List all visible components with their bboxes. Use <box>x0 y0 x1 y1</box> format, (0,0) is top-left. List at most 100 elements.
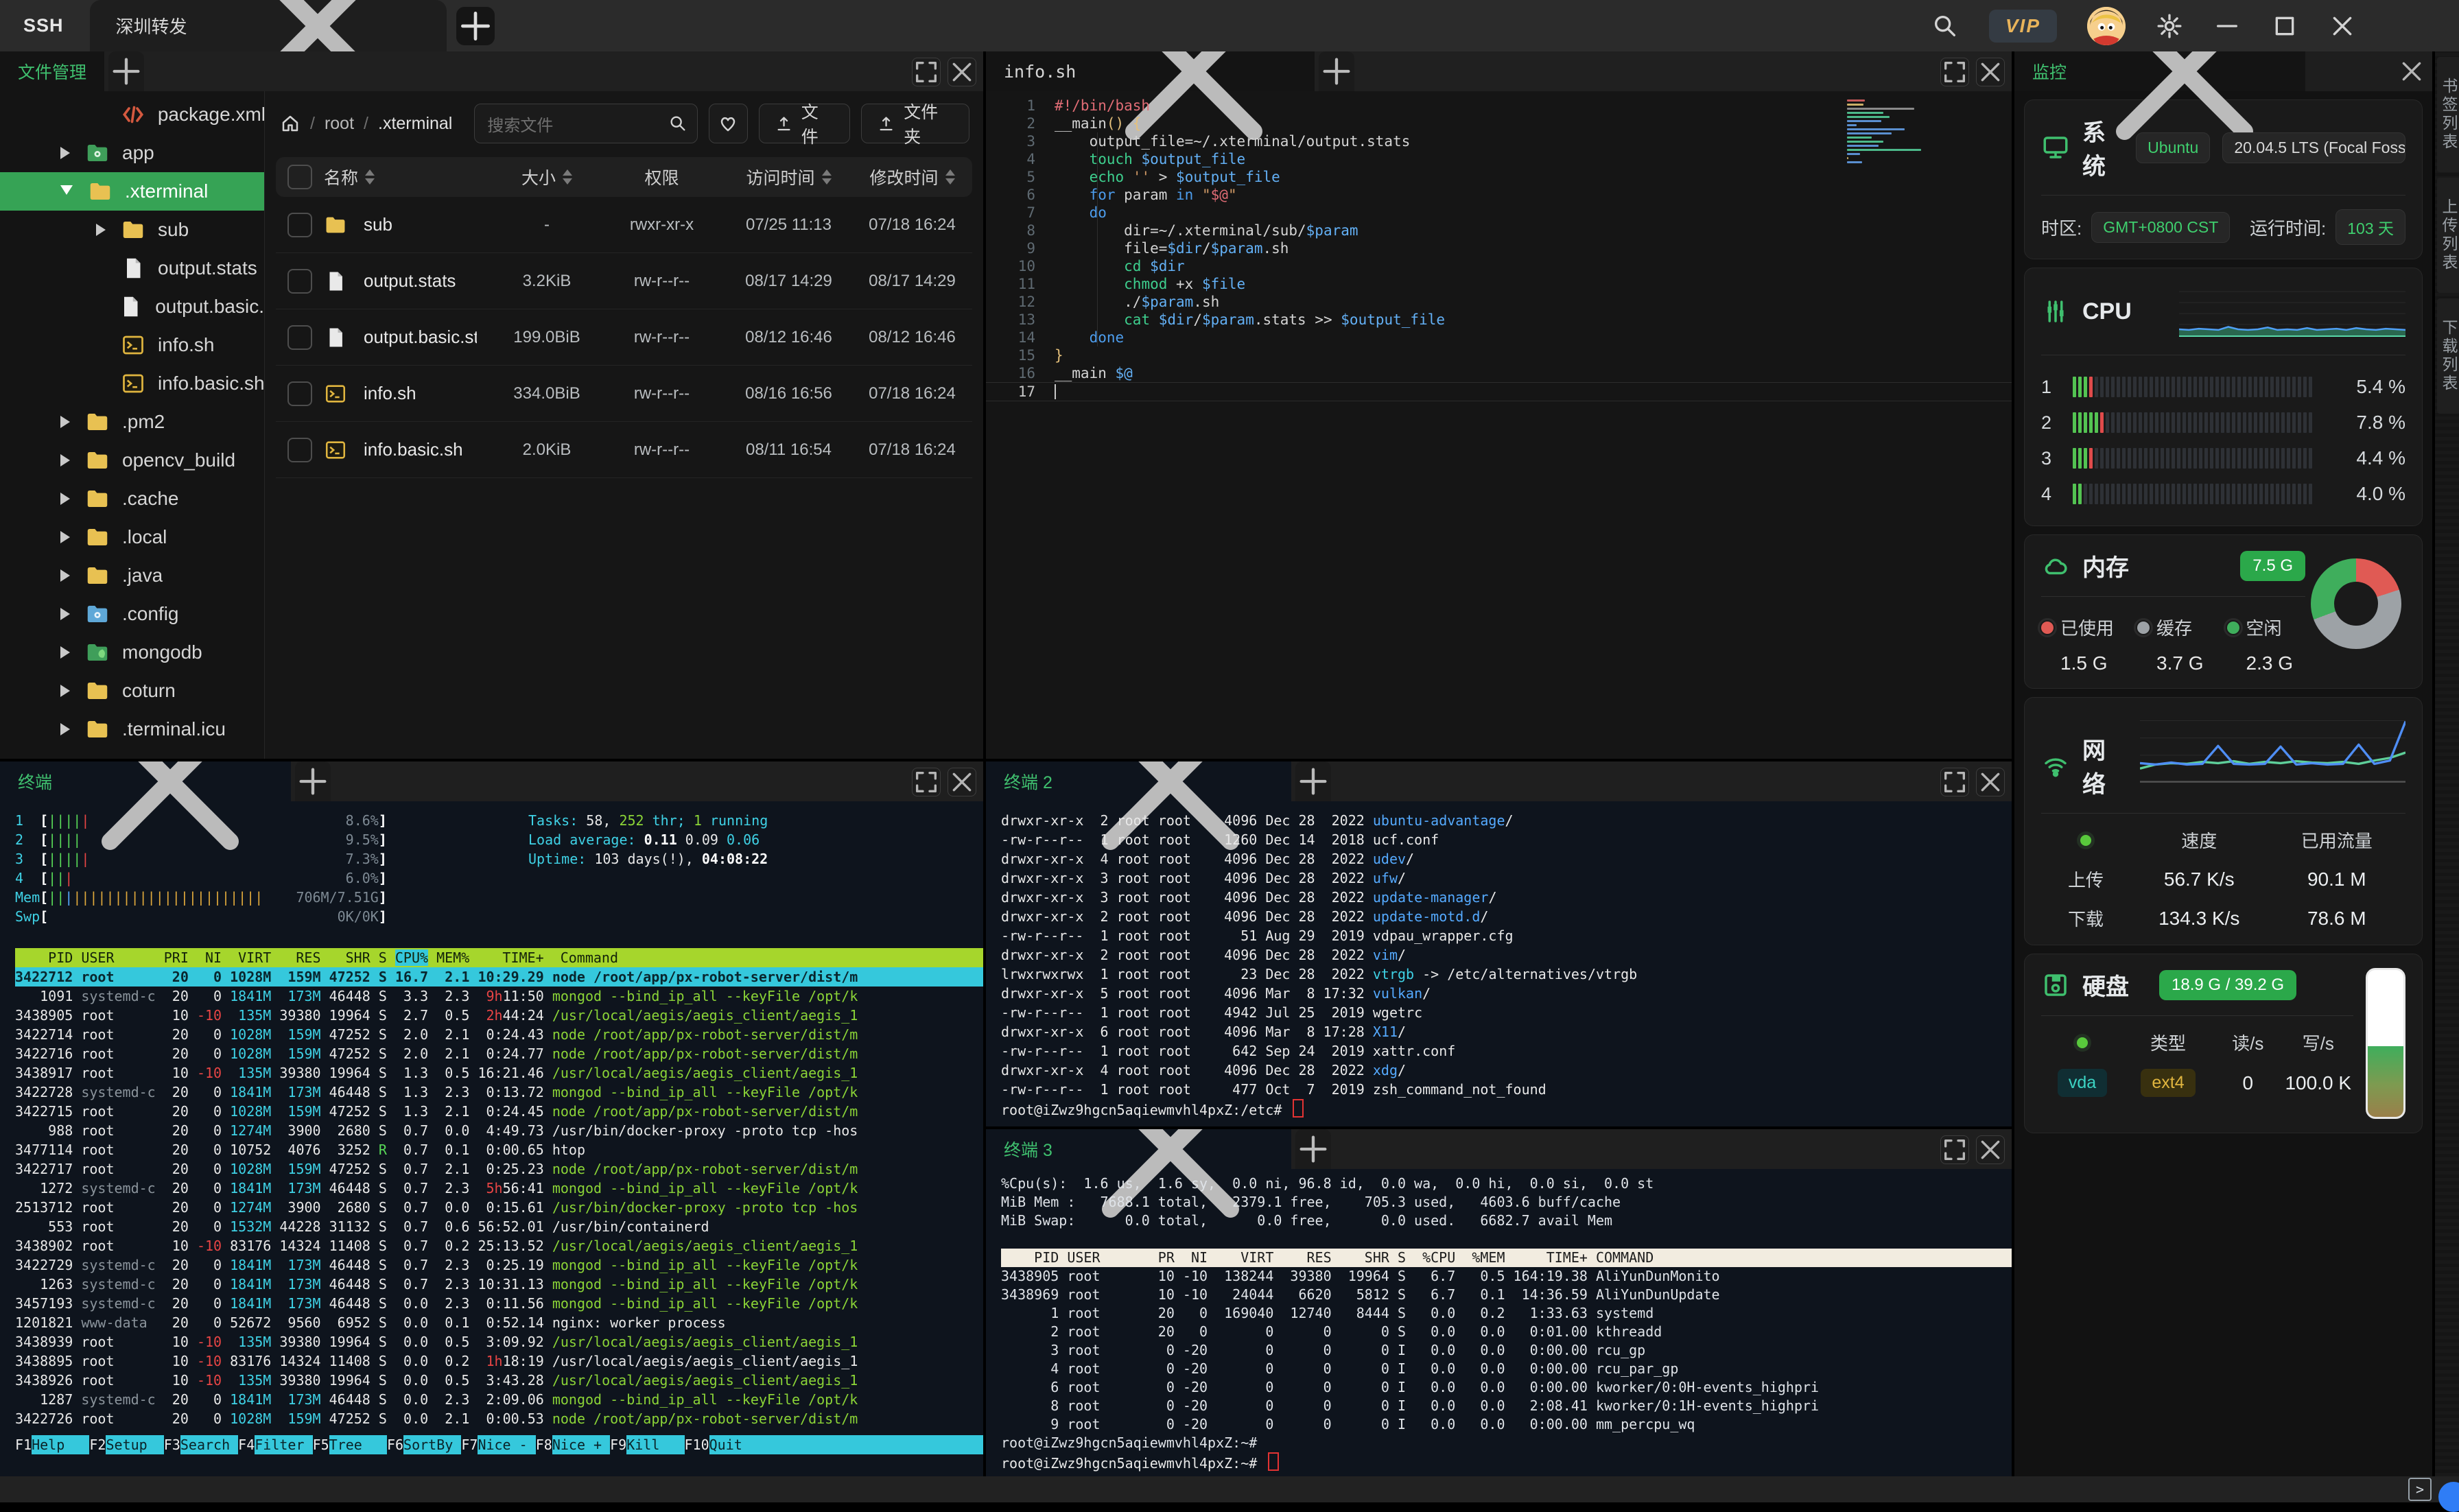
process-row-3438926[interactable]: 3438926 root 10 -10 135M 39380 19964 S 0… <box>15 1371 983 1390</box>
add-terminal-button[interactable] <box>1295 1129 1331 1169</box>
chevron-right-icon[interactable] <box>60 608 70 620</box>
maximize-button[interactable] <box>2271 12 2298 40</box>
vip-badge[interactable]: VIP <box>1988 9 2057 43</box>
column-header-5[interactable]: 修改时间 <box>852 165 972 189</box>
process-row-1091[interactable]: 1091 systemd-c 20 0 1841M 173M 46448 S 3… <box>15 987 983 1006</box>
code-line-17[interactable]: 17 <box>986 382 2012 401</box>
process-row-3[interactable]: 3 root 0 -20 0 0 0 I 0.0 0.0 0:00.00 rcu… <box>1001 1341 2012 1360</box>
column-header-3[interactable]: 权限 <box>598 165 725 189</box>
process-row-3422714[interactable]: 3422714 root 20 0 1028M 159M 47252 S 2.0… <box>15 1025 983 1044</box>
file-row-info.sh[interactable]: info.sh 334.0BiB rw-r--r-- 08/16 16:56 07/18… <box>276 366 972 422</box>
close-panel-icon[interactable] <box>2398 58 2425 85</box>
process-row-3438917[interactable]: 3438917 root 10 -10 135M 39380 19964 S 1… <box>15 1063 983 1083</box>
session-tab[interactable]: 深圳转发 <box>89 0 447 95</box>
row-checkbox[interactable] <box>287 212 312 237</box>
breadcrumb-current[interactable]: .xterminal <box>378 114 452 134</box>
code-line-12[interactable]: 12 ./$param.sh <box>986 293 2012 311</box>
upload-folder-button[interactable]: 文件夹 <box>861 103 970 147</box>
select-all-checkbox[interactable] <box>287 165 312 189</box>
search-icon[interactable] <box>1931 12 1959 40</box>
tab-monitor[interactable]: 监控 <box>2014 51 2306 140</box>
new-session-button[interactable] <box>456 6 495 45</box>
column-header-2[interactable]: 大小 <box>495 165 598 189</box>
search-field-icon[interactable] <box>668 114 687 133</box>
process-row-1[interactable]: 1 root 20 0 169040 12740 8444 S 0.0 0.2 … <box>1001 1304 2012 1323</box>
side-tab-3[interactable]: 下载列表 <box>2437 298 2459 414</box>
chevron-right-icon[interactable] <box>60 723 70 735</box>
file-row-sub[interactable]: sub - rwxr-xr-x 07/25 11:13 07/18 16:24 <box>276 197 972 253</box>
process-row-3438902[interactable]: 3438902 root 10 -10 83176 14324 11408 S … <box>15 1236 983 1255</box>
row-checkbox[interactable] <box>287 381 312 406</box>
code-line-10[interactable]: 10 cd $dir <box>986 257 2012 275</box>
terminal-3-output[interactable]: %Cpu(s): 1.6 us, 1.6 sy, 0.0 ni, 96.8 id… <box>986 1169 2012 1473</box>
tree-item-package.xml[interactable]: package.xml <box>0 95 264 134</box>
file-name[interactable]: sub <box>364 214 392 235</box>
terminal-1-output[interactable]: 1 [||||| 8.6%] 2 [|||| 9.5%] 3 [||||| 7.3%… <box>0 801 983 1454</box>
row-checkbox[interactable] <box>287 268 312 294</box>
tree-item-opencv_build[interactable]: opencv_build <box>0 441 264 480</box>
add-editor-tab-button[interactable] <box>1319 51 1355 91</box>
shell-prompt[interactable]: root@iZwz9hgcn5aqiewmvhl4pxZ:/etc# <box>1001 1099 2012 1120</box>
tab-terminal-2[interactable]: 终端 2 <box>986 761 1291 850</box>
code-line-11[interactable]: 11 chmod +x $file <box>986 275 2012 293</box>
close-panel-icon[interactable] <box>948 58 976 86</box>
file-name[interactable]: output.basic.stats <box>364 327 477 348</box>
process-row-3438905[interactable]: 3438905 root 10 -10 135M 39380 19964 S 2… <box>15 1006 983 1025</box>
expand-panel-icon[interactable] <box>1940 1135 1969 1164</box>
expand-panel-icon[interactable] <box>1940 768 1969 796</box>
side-tab-2[interactable]: 上传列表 <box>2437 178 2459 293</box>
file-name[interactable]: output.stats <box>364 270 456 292</box>
process-row-3422729[interactable]: 3422729 systemd-c 20 0 1841M 173M 46448 … <box>15 1255 983 1275</box>
column-header-1[interactable]: 名称 <box>324 165 495 189</box>
process-row-3422726[interactable]: 3422726 root 20 0 1028M 159M 47252 S 0.0… <box>15 1409 983 1428</box>
tree-item-.xterminal[interactable]: .xterminal <box>0 172 264 211</box>
tree-item-output.basic.stats[interactable]: output.basic.stats <box>0 287 264 326</box>
htop-function-key-bar[interactable]: F1 Help F2 Setup F3 Search F4 Filter F5 Tree … <box>15 1435 983 1454</box>
file-row-output.basic.stats[interactable]: output.basic.stats 199.0BiB rw-r--r-- 08/12… <box>276 309 972 366</box>
add-terminal-button[interactable] <box>295 761 331 801</box>
process-row-3422712[interactable]: 3422712 root 20 0 1028M 159M 47252 S 16.… <box>15 967 983 987</box>
process-row-3438939[interactable]: 3438939 root 10 -10 135M 39380 19964 S 0… <box>15 1332 983 1351</box>
tree-item-info.basic.sh[interactable]: info.basic.sh <box>0 364 264 403</box>
file-name[interactable]: info.sh <box>364 383 416 404</box>
column-header-4[interactable]: 访问时间 <box>725 165 852 189</box>
tree-item-.local[interactable]: .local <box>0 518 264 556</box>
add-terminal-button[interactable] <box>1295 761 1331 801</box>
row-checkbox[interactable] <box>287 324 312 350</box>
code-editor[interactable]: 1 #!/bin/bash 2 __main() {3 output_file=~/.… <box>986 91 2012 401</box>
side-tab-1[interactable]: 书签列表 <box>2437 57 2459 172</box>
close-panel-icon[interactable] <box>948 768 976 796</box>
file-name[interactable]: info.basic.sh <box>364 439 463 460</box>
chevron-right-icon[interactable] <box>60 147 70 159</box>
chevron-right-icon[interactable] <box>60 685 70 697</box>
chevron-right-icon[interactable] <box>60 531 70 543</box>
search-input[interactable]: 搜索文件 <box>474 104 698 143</box>
shell-prompt[interactable]: root@iZwz9hgcn5aqiewmvhl4pxZ:~# <box>1001 1452 2012 1473</box>
sort-arrows-icon[interactable] <box>821 169 832 185</box>
process-row-8[interactable]: 8 root 0 -20 0 0 0 I 0.0 0.0 2:08.41 kwo… <box>1001 1397 2012 1415</box>
tree-item-mongodb[interactable]: mongodb <box>0 633 264 672</box>
process-row-553[interactable]: 553 root 20 0 1532M 44228 31132 S 0.7 0.… <box>15 1217 983 1236</box>
editor-minimap[interactable] <box>1847 99 1929 169</box>
process-row-1272[interactable]: 1272 systemd-c 20 0 1841M 173M 46448 S 0… <box>15 1179 983 1198</box>
chevron-down-icon[interactable] <box>60 185 73 201</box>
process-row-988[interactable]: 988 root 20 0 1274M 3900 2680 S 0.7 0.0 … <box>15 1121 983 1140</box>
process-row-3477114[interactable]: 3477114 root 20 0 10752 4076 3252 R 0.7 … <box>15 1140 983 1159</box>
code-line-8[interactable]: 8 dir=~/.xterminal/sub/$param <box>986 222 2012 239</box>
settings-gear-icon[interactable] <box>2156 12 2183 40</box>
file-row-output.stats[interactable]: output.stats 3.2KiB rw-r--r-- 08/17 14:29 08… <box>276 253 972 309</box>
close-panel-icon[interactable] <box>1976 768 2005 796</box>
row-checkbox[interactable] <box>287 437 312 462</box>
quick-terminal-button[interactable]: > <box>2408 1478 2432 1501</box>
expand-panel-icon[interactable] <box>1940 58 1969 86</box>
code-line-13[interactable]: 13 cat $dir/$param.stats >> $output_file <box>986 311 2012 329</box>
code-line-5[interactable]: 5 echo '' > $output_file <box>986 168 2012 186</box>
chevron-right-icon[interactable] <box>60 416 70 428</box>
process-row-9[interactable]: 9 root 0 -20 0 0 0 I 0.0 0.0 0:00.00 mm_… <box>1001 1415 2012 1434</box>
process-row-3457193[interactable]: 3457193 systemd-c 20 0 1841M 173M 46448 … <box>15 1294 983 1313</box>
tab-terminal-3[interactable]: 终端 3 <box>986 1129 1291 1218</box>
process-row-3422717[interactable]: 3422717 root 20 0 1028M 159M 47252 S 0.7… <box>15 1159 983 1179</box>
terminal-2-output[interactable]: drwxr-xr-x 2 root root 4096 Dec 28 2022 … <box>986 801 2012 1120</box>
process-row-3438969[interactable]: 3438969 root 10 -10 24044 6620 5812 S 6.… <box>1001 1286 2012 1304</box>
process-row-3422728[interactable]: 3422728 systemd-c 20 0 1841M 173M 46448 … <box>15 1083 983 1102</box>
